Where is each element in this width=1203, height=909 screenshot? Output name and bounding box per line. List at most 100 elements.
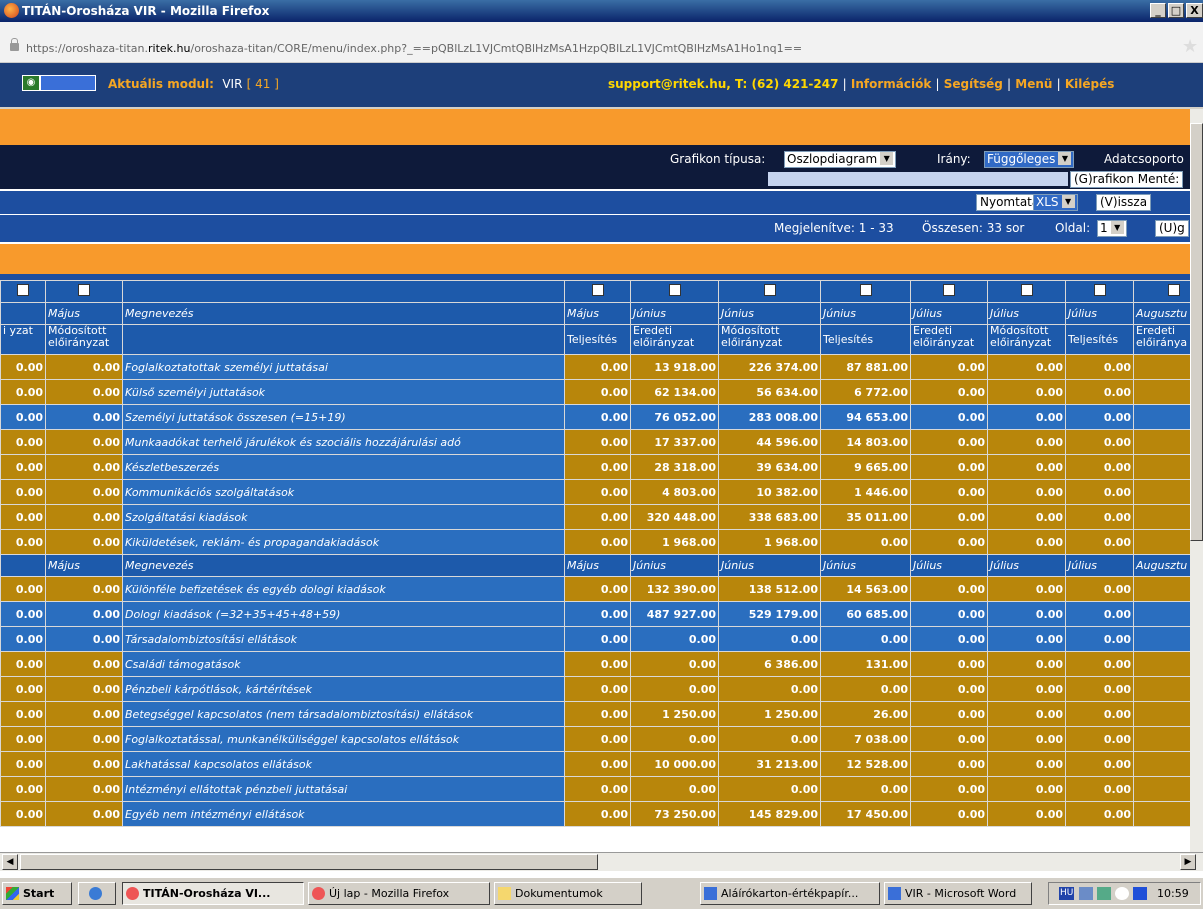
column-checkbox[interactable] (1021, 284, 1033, 296)
pagination-bar: Megjelenítve: 1 - 33 Összesen: 33 sor Ol… (0, 215, 1190, 242)
menu-link[interactable]: Menü (1015, 77, 1052, 91)
column-header: Június (631, 303, 719, 325)
row-value: 0.00 (565, 602, 631, 627)
goto-button[interactable]: (U)g (1155, 220, 1189, 237)
row-value: 76 052.00 (631, 405, 719, 430)
close-button[interactable]: X (1186, 3, 1203, 18)
row-value: 0.00 (1066, 405, 1134, 430)
chart-title-input[interactable] (768, 172, 1068, 186)
row-value: 0.00 (565, 380, 631, 405)
table-row: 0.000.00Személyi juttatások összesen (=1… (1, 405, 1203, 430)
column-checkbox[interactable] (1168, 284, 1180, 296)
task-documents[interactable]: Dokumentumok (494, 882, 642, 905)
maximize-button[interactable]: □ (1168, 3, 1184, 18)
vertical-scrollbar[interactable] (1190, 109, 1203, 852)
horizontal-scrollbar[interactable]: ◀ ▶ (0, 852, 1203, 871)
column-subheader: Módosított előirányzat (46, 325, 123, 355)
row-value: 0.00 (1066, 505, 1134, 530)
row-value: 0.00 (46, 677, 123, 702)
row-value: 0.00 (46, 752, 123, 777)
row-value: 0.00 (821, 677, 911, 702)
table-row: 0.000.00Külső személyi juttatások0.0062 … (1, 380, 1203, 405)
column-subheader: Eredeti előirányzat (911, 325, 988, 355)
firefox-icon (126, 887, 139, 900)
media-icon[interactable] (1133, 887, 1147, 900)
column-checkbox[interactable] (669, 284, 681, 296)
row-value: 7 038.00 (821, 727, 911, 752)
help-link[interactable]: Segítség (944, 77, 1003, 91)
row-value: 0.00 (911, 405, 988, 430)
url-text[interactable]: https://oroshaza-titan.ritek.hu/oroshaza… (26, 42, 802, 55)
row-value: 0.00 (565, 480, 631, 505)
horizontal-scroll-thumb[interactable] (20, 854, 598, 870)
direction-select[interactable]: Függőleges▼ (984, 151, 1074, 168)
row-value: 0.00 (911, 355, 988, 380)
budget-table: MájusMegnevezésMájusJúniusJúniusJúniusJú… (0, 280, 1203, 827)
chart-type-select[interactable]: Oszlopdiagram▼ (784, 151, 896, 168)
row-name: Készletbeszerzés (123, 455, 565, 480)
row-value: 283 008.00 (719, 405, 821, 430)
eye-icon[interactable]: ◉ (22, 75, 40, 91)
scroll-right-icon[interactable]: ▶ (1180, 854, 1196, 870)
info-link[interactable]: Információk (851, 77, 931, 91)
row-value: 0.00 (565, 752, 631, 777)
chevron-down-icon: ▼ (880, 152, 893, 165)
bookmark-star-icon[interactable]: ★ (1182, 36, 1198, 57)
column-checkbox[interactable] (17, 284, 29, 296)
table-row: 0.000.00Dologi kiadások (=32+35+45+48+59… (1, 602, 1203, 627)
start-button[interactable]: Start (2, 882, 72, 905)
task-titan[interactable]: TITÁN-Orosháza VI... (122, 882, 304, 905)
table-row: 0.000.00Szolgáltatási kiadások0.00320 44… (1, 505, 1203, 530)
print-format-select[interactable]: XLS▼ (1033, 194, 1078, 211)
task-alairokarton[interactable]: Aláírókarton-értékpapír... (700, 882, 880, 905)
row-value: 0.00 (1, 752, 46, 777)
column-checkbox[interactable] (78, 284, 90, 296)
row-value: 0.00 (988, 430, 1066, 455)
row-value: 0.00 (988, 380, 1066, 405)
row-value: 0.00 (911, 627, 988, 652)
row-value: 0.00 (911, 802, 988, 827)
column-checkbox[interactable] (860, 284, 872, 296)
vertical-scroll-thumb[interactable] (1190, 123, 1203, 541)
column-checkbox[interactable] (1094, 284, 1106, 296)
row-value: 26.00 (821, 702, 911, 727)
row-value: 0.00 (988, 702, 1066, 727)
row-name: Egyéb nem intézményi ellátások (123, 802, 565, 827)
row-value: 0.00 (46, 430, 123, 455)
table-row: 0.000.00Foglalkoztatottak személyi jutta… (1, 355, 1203, 380)
quicklaunch-ie-icon[interactable] (78, 882, 116, 905)
row-value: 0.00 (631, 652, 719, 677)
minimize-button[interactable]: _ (1150, 3, 1166, 18)
firefox-icon (312, 887, 325, 900)
column-checkbox[interactable] (943, 284, 955, 296)
logout-link[interactable]: Kilépés (1065, 77, 1115, 91)
row-name: Pénzbeli kárpótlások, kártérítések (123, 677, 565, 702)
row-value: 0.00 (565, 430, 631, 455)
antivirus-icon[interactable] (1097, 887, 1111, 900)
scroll-left-icon[interactable]: ◀ (2, 854, 18, 870)
row-value: 0.00 (1066, 577, 1134, 602)
address-bar[interactable]: https://oroshaza-titan.ritek.hu/oroshaza… (0, 22, 1203, 63)
module-box[interactable] (40, 75, 96, 91)
row-value: 0.00 (46, 480, 123, 505)
word-icon (888, 887, 901, 900)
row-value: 0.00 (1066, 480, 1134, 505)
language-indicator[interactable]: HU (1059, 887, 1074, 900)
row-value: 320 448.00 (631, 505, 719, 530)
task-vir-word[interactable]: VIR - Microsoft Word (884, 882, 1032, 905)
back-button[interactable]: (V)issza (1096, 194, 1151, 211)
save-chart-button[interactable]: (G)rafikon Menté: (1070, 171, 1183, 188)
row-value: 0.00 (565, 505, 631, 530)
table-row: 0.000.00Egyéb nem intézményi ellátások0.… (1, 802, 1203, 827)
column-checkbox[interactable] (764, 284, 776, 296)
orange-band-bottom (0, 244, 1190, 274)
row-value: 0.00 (988, 652, 1066, 677)
column-header: Május (46, 555, 123, 577)
row-value: 131.00 (821, 652, 911, 677)
task-new-tab[interactable]: Új lap - Mozilla Firefox (308, 882, 490, 905)
column-checkbox[interactable] (592, 284, 604, 296)
page-select[interactable]: 1▼ (1097, 220, 1127, 237)
row-value: 0.00 (46, 652, 123, 677)
network-icon[interactable] (1079, 887, 1093, 900)
volume-icon[interactable] (1115, 887, 1129, 900)
